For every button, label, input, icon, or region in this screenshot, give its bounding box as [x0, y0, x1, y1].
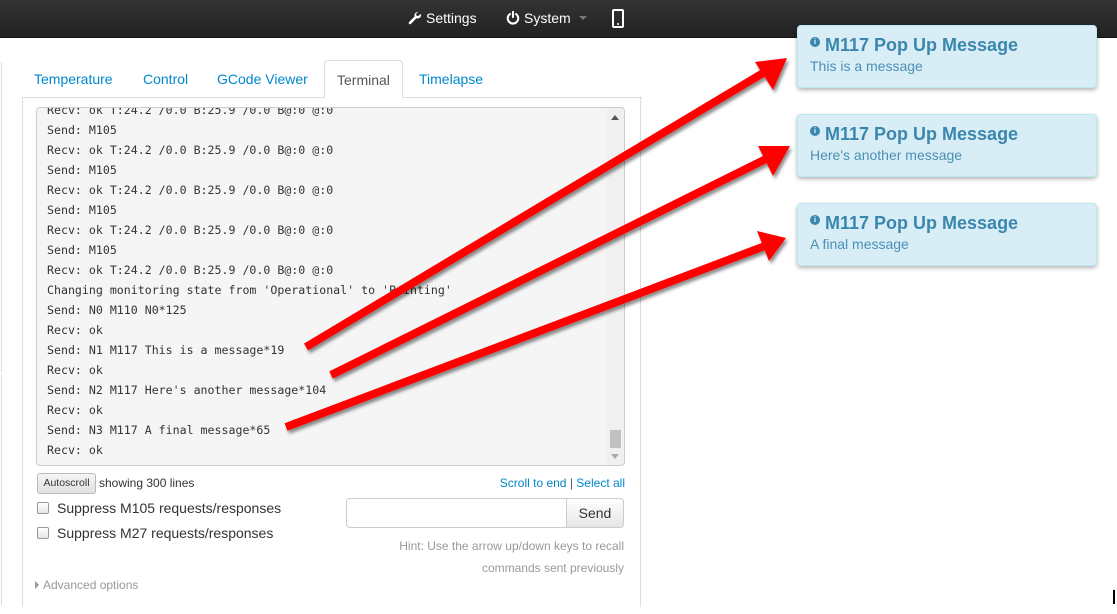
notification-title: M117 Pop Up Message [825, 35, 1019, 55]
notification-title-row: i M117 Pop Up Message [810, 124, 1084, 145]
suppress-m105-option[interactable]: Suppress M105 requests/responses [37, 500, 281, 516]
command-input[interactable] [346, 498, 567, 528]
terminal-line: Send: N1 M117 This is a message*19 [47, 343, 285, 357]
line-count-text: showing 300 lines [99, 476, 195, 490]
tab-temperature[interactable]: Temperature [22, 60, 125, 98]
tab-terminal[interactable]: Terminal [324, 60, 403, 99]
autoscroll-button[interactable]: Autoscroll [37, 473, 96, 494]
wrench-icon [408, 11, 422, 25]
notification-title-row: i M117 Pop Up Message [810, 213, 1084, 234]
text-cursor [1113, 590, 1115, 604]
scrollbar-thumb[interactable] [610, 430, 621, 448]
link-separator: | [569, 476, 573, 490]
caret-right-icon [35, 581, 39, 589]
notification-title: M117 Pop Up Message [825, 124, 1019, 144]
hint-line-1: Hint: Use the arrow up/down keys to reca… [399, 539, 624, 553]
info-icon: i [810, 36, 820, 47]
terminal-line: Send: N2 M117 Here's another message*104 [47, 383, 327, 397]
terminal-line: Recv: ok T:24.2 /0.0 B:25.9 /0.0 B@:0 @:… [47, 107, 334, 117]
system-label: System [524, 10, 571, 26]
terminal-line: Send: M105 [47, 243, 117, 257]
settings-label: Settings [426, 10, 477, 26]
terminal-output[interactable]: Recv: ok T:24.2 /0.0 B:25.9 /0.0 B@:0 @:… [36, 107, 625, 466]
tab-control[interactable]: Control [131, 60, 200, 98]
hint-text: Hint: Use the arrow up/down keys to reca… [399, 535, 624, 579]
send-button[interactable]: Send [566, 498, 624, 528]
terminal-lines: Recv: ok T:24.2 /0.0 B:25.9 /0.0 B@:0 @:… [47, 107, 452, 460]
suppress-m27-label: Suppress M27 requests/responses [57, 525, 274, 541]
terminal-line: Send: M105 [47, 123, 117, 137]
tab-gcode-viewer[interactable]: GCode Viewer [205, 60, 320, 98]
suppress-m105-label: Suppress M105 requests/responses [57, 500, 282, 516]
suppress-m27-checkbox[interactable] [37, 527, 49, 539]
notification-popup[interactable]: i M117 Pop Up Message This is a message [797, 25, 1097, 88]
terminal-scrollbar[interactable] [607, 108, 624, 465]
terminal-line: Send: M105 [47, 163, 117, 177]
settings-menu[interactable]: Settings [408, 10, 477, 26]
terminal-line: Recv: ok T:24.2 /0.0 B:25.9 /0.0 B@:0 @:… [47, 263, 334, 277]
system-menu[interactable]: System [506, 10, 587, 26]
terminal-line: Recv: ok [47, 443, 103, 457]
tab-timelapse[interactable]: Timelapse [407, 60, 495, 98]
mobile-view-button[interactable] [612, 9, 624, 28]
suppress-m105-checkbox[interactable] [37, 502, 49, 514]
terminal-line: Recv: ok [47, 363, 103, 377]
power-icon [506, 11, 520, 25]
notification-title: M117 Pop Up Message [825, 213, 1019, 233]
terminal-line: Recv: ok T:24.2 /0.0 B:25.9 /0.0 B@:0 @:… [47, 183, 334, 197]
terminal-line: Recv: ok T:24.2 /0.0 B:25.9 /0.0 B@:0 @:… [47, 143, 334, 157]
info-icon: i [810, 214, 820, 225]
advanced-options-label: Advanced options [43, 578, 139, 592]
advanced-options-toggle[interactable]: Advanced options [35, 578, 138, 592]
sidebar-edge [0, 375, 2, 605]
scroll-down-icon[interactable] [611, 454, 619, 459]
mobile-phone-icon [612, 9, 624, 28]
tab-bar: Temperature Control GCode Viewer Termina… [22, 60, 642, 99]
hint-line-2: commands sent previously [481, 561, 624, 575]
terminal-line: Recv: ok [47, 403, 103, 417]
terminal-line: Recv: ok [47, 323, 103, 337]
sidebar-edge [0, 62, 2, 372]
notification-title-row: i M117 Pop Up Message [810, 35, 1084, 56]
suppress-m27-option[interactable]: Suppress M27 requests/responses [37, 525, 273, 541]
terminal-line: Send: N0 M110 N0*125 [47, 303, 187, 317]
caret-down-icon [578, 16, 587, 20]
info-icon: i [810, 125, 820, 136]
notification-text: Here's another message [810, 147, 963, 163]
scroll-up-icon[interactable] [611, 115, 619, 120]
terminal-line: Changing monitoring state from 'Operatio… [47, 283, 452, 297]
terminal-line: Send: M105 [47, 203, 117, 217]
notification-text: This is a message [810, 58, 923, 74]
notification-popup[interactable]: i M117 Pop Up Message Here's another mes… [797, 114, 1097, 177]
terminal-line: Recv: ok T:24.2 /0.0 B:25.9 /0.0 B@:0 @:… [47, 223, 334, 237]
notification-text: A final message [810, 236, 909, 252]
terminal-links: Scroll to end | Select all [500, 476, 625, 490]
select-all-link[interactable]: Select all [576, 476, 625, 490]
scroll-to-end-link[interactable]: Scroll to end [500, 476, 567, 490]
terminal-line: Send: N3 M117 A final message*65 [47, 423, 271, 437]
notification-popup[interactable]: i M117 Pop Up Message A final message [797, 203, 1097, 266]
